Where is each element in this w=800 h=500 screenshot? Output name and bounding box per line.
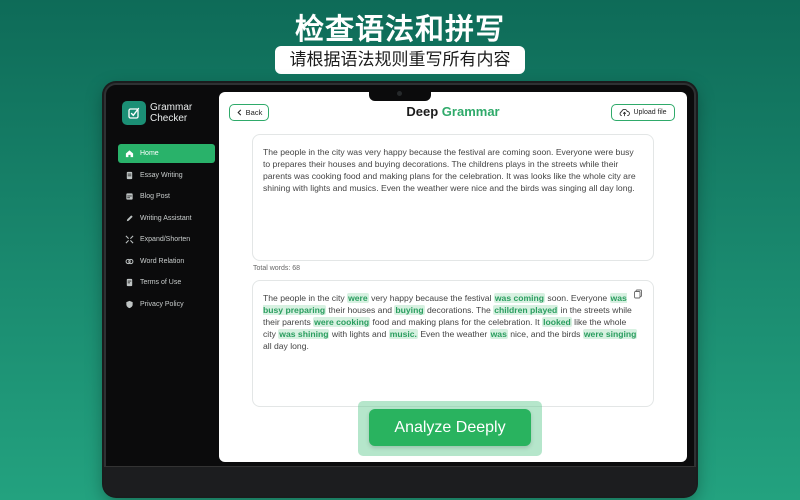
- corrected-phrase: buying: [394, 305, 425, 315]
- sidebar-item-expand-shorten[interactable]: Expand/Shorten: [118, 230, 215, 249]
- text-segment: all day long.: [263, 341, 309, 351]
- corrected-phrase: children played: [493, 305, 559, 315]
- sidebar-item-label: Writing Assistant: [140, 214, 192, 222]
- corrected-text-area: The people in the city were very happy b…: [252, 280, 654, 407]
- camera-notch: [369, 87, 431, 101]
- document-icon: [124, 170, 134, 180]
- corrected-phrase: were singing: [582, 329, 638, 339]
- sidebar-item-writing-assistant[interactable]: Writing Assistant: [118, 209, 215, 228]
- promo-title: 检查语法和拼写: [294, 12, 505, 46]
- pen-icon: [124, 213, 134, 223]
- cloud-upload-icon: [620, 109, 631, 117]
- sidebar-item-privacy-policy[interactable]: Privacy Policy: [118, 295, 215, 314]
- sidebar-item-label: Essay Writing: [140, 171, 183, 179]
- corrected-phrase: music.: [388, 329, 418, 339]
- sidebar-item-word-relation[interactable]: Word Relation: [118, 252, 215, 271]
- text-segment: Even the weather: [417, 329, 490, 339]
- app-logo-icon: [122, 101, 146, 125]
- promo-subtitle: 请根据语法规则重写所有内容: [275, 46, 525, 74]
- text-segment: nice, and the birds: [507, 329, 583, 339]
- device-bottom-bezel: [104, 466, 696, 496]
- text-segment: The people in the city: [263, 293, 348, 303]
- sidebar-item-label: Blog Post: [140, 193, 170, 200]
- link-icon: [124, 256, 134, 266]
- corrected-phrase: was: [489, 329, 508, 339]
- text-segment: with lights and: [329, 329, 389, 339]
- word-count: Total words: 68: [253, 265, 301, 272]
- home-icon: [124, 149, 134, 159]
- sidebar-item-label: Terms of Use: [140, 279, 182, 286]
- terms-icon: [124, 278, 134, 288]
- text-segment: soon. Everyone: [545, 293, 610, 303]
- page-title-part1: Deep: [406, 104, 439, 119]
- text-segment: food and making plans for the celebratio…: [370, 317, 543, 327]
- corrected-phrase: were: [347, 293, 369, 303]
- app-name-line1: Grammar: [150, 102, 193, 113]
- sidebar-item-label: Privacy Policy: [140, 300, 184, 308]
- sidebar-item-essay-writing[interactable]: Essay Writing: [118, 166, 215, 185]
- text-segment: very happy because the festival: [368, 293, 494, 303]
- sidebar-item-blog-post[interactable]: Blog Post: [118, 187, 215, 206]
- blog-icon: [124, 192, 134, 202]
- sidebar: Grammar Checker Home Essay Writing Blog …: [110, 92, 218, 462]
- camera-icon: [397, 91, 402, 96]
- corrected-phrase: were cooking: [313, 317, 371, 327]
- sidebar-item-label: Home: [140, 150, 159, 157]
- text-segment: decorations. The: [424, 305, 494, 315]
- expand-icon: [124, 235, 134, 245]
- page-title-part2: Grammar: [441, 104, 500, 119]
- upload-file-button[interactable]: Upload file: [611, 104, 675, 121]
- corrected-phrase: looked: [542, 317, 572, 327]
- text-segment: their houses and: [326, 305, 395, 315]
- app-name-line2: Checker: [150, 113, 188, 124]
- analyze-deeply-button[interactable]: Analyze Deeply: [369, 409, 531, 446]
- corrected-phrase: was shining: [278, 329, 330, 339]
- sidebar-nav: Home Essay Writing Blog Post Writing Ass…: [118, 144, 215, 316]
- sidebar-item-label: Expand/Shorten: [140, 236, 191, 243]
- shield-icon: [124, 299, 134, 309]
- brand: Grammar Checker: [122, 101, 200, 125]
- sidebar-item-home[interactable]: Home: [118, 144, 215, 163]
- upload-label: Upload file: [633, 109, 667, 116]
- sidebar-item-terms-of-use[interactable]: Terms of Use: [118, 273, 215, 292]
- corrected-phrase: was coming: [493, 293, 546, 303]
- app-name: Grammar Checker: [150, 102, 200, 124]
- corrected-text: The people in the city were very happy b…: [263, 292, 641, 352]
- input-text: The people in the city was very happy be…: [263, 147, 636, 193]
- input-text-area[interactable]: The people in the city was very happy be…: [252, 134, 654, 261]
- sidebar-item-label: Word Relation: [140, 257, 185, 265]
